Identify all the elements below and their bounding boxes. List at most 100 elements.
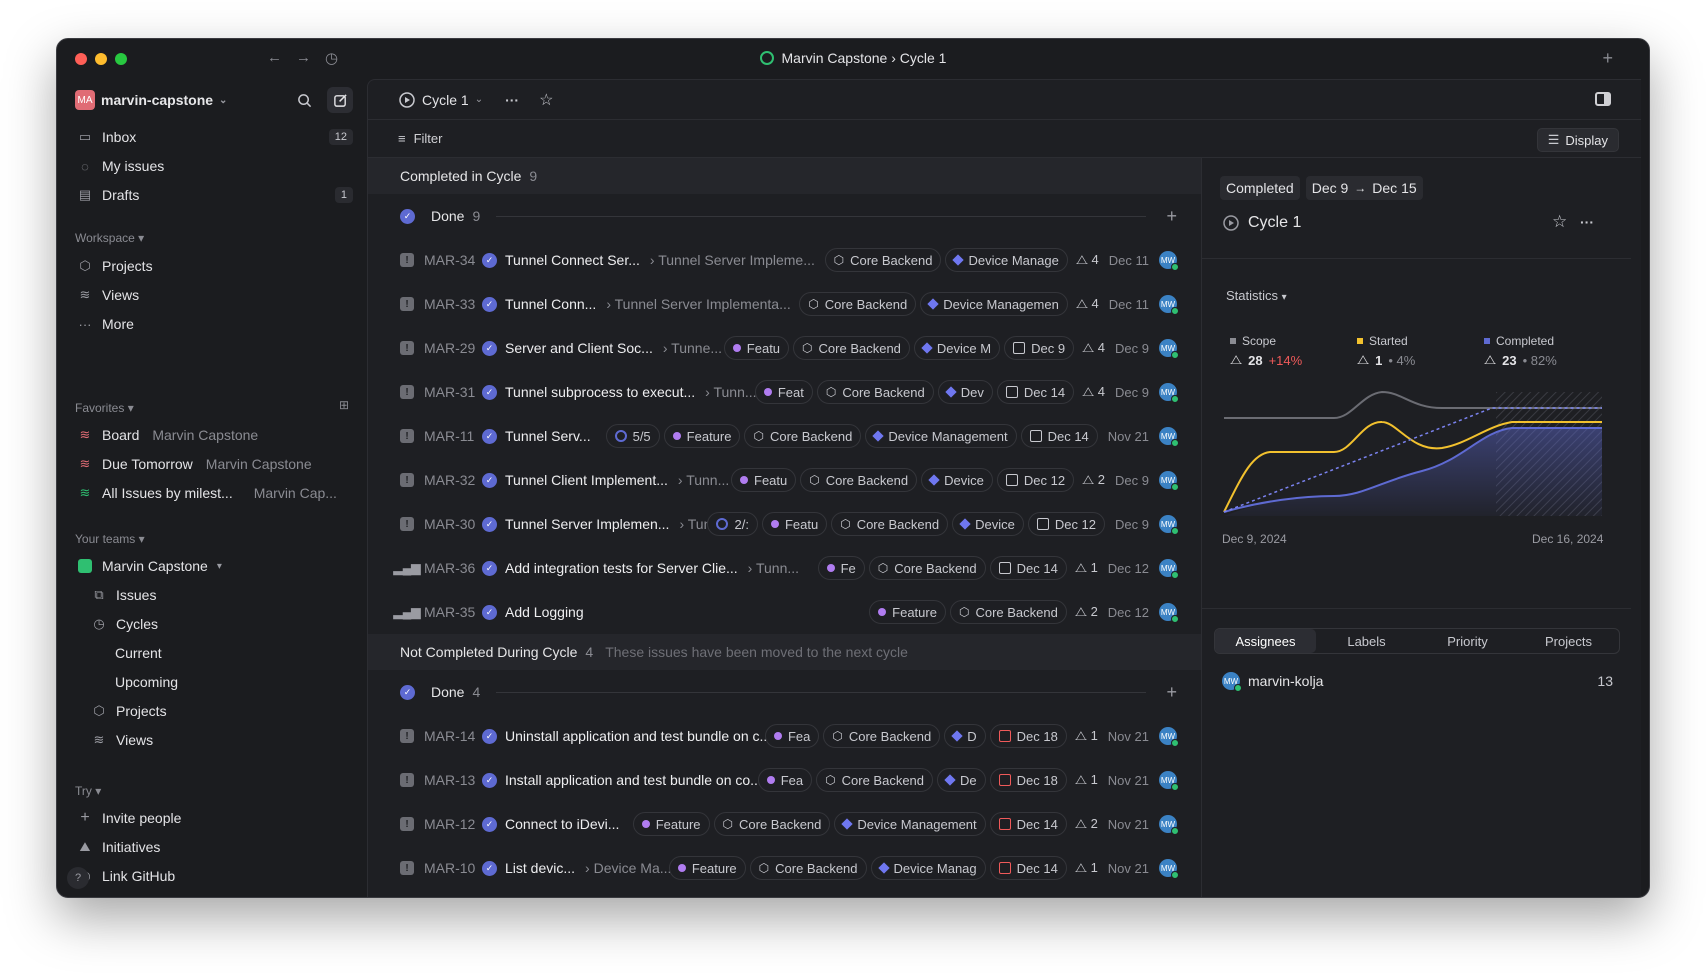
project-chip[interactable]: Device Manag xyxy=(870,856,986,880)
estimate[interactable]: ⧍ 1 xyxy=(1075,860,1098,876)
done-status-icon[interactable]: ✓ xyxy=(482,384,497,400)
tab-projects[interactable]: Projects xyxy=(1518,629,1619,653)
done-status-icon[interactable]: ✓ xyxy=(482,472,497,488)
sidebar-team-cycles[interactable]: ◷ Cycles xyxy=(89,611,353,637)
sidebar-cycle-upcoming[interactable]: Upcoming xyxy=(113,669,353,695)
label-core-backend[interactable]: ⬡ Core Backend xyxy=(749,856,867,880)
done-status-icon[interactable]: ✓ xyxy=(482,428,497,444)
label-feature[interactable]: Featu xyxy=(723,336,790,360)
assignee-avatar[interactable]: MW xyxy=(1159,815,1179,835)
section-completed-in-cycle[interactable]: Completed in Cycle 9 xyxy=(368,158,1201,194)
toggle-details-panel-icon[interactable] xyxy=(1595,92,1611,106)
issue-row[interactable]: ! MAR-33 ✓ Tunnel Conn... › Tunnel Serve… xyxy=(368,282,1201,326)
label-feature[interactable]: Feature xyxy=(663,424,741,448)
overdue-date-chip[interactable]: Dec 18 xyxy=(989,768,1067,792)
assignee-avatar[interactable]: MW xyxy=(1159,515,1179,535)
project-chip[interactable]: Device Management xyxy=(834,812,986,836)
group-done[interactable]: ✓ Done 4 + xyxy=(368,670,1201,714)
estimate[interactable]: ⧍ 4 xyxy=(1076,252,1099,268)
issue-row[interactable]: ! MAR-10 ✓ List devic... › Device Ma... … xyxy=(368,846,1201,890)
done-status-icon[interactable]: ✓ xyxy=(482,516,497,532)
tab-assignees[interactable]: Assignees xyxy=(1215,629,1316,653)
sidebar-cycle-current[interactable]: Current xyxy=(113,640,353,666)
project-chip[interactable]: D xyxy=(944,724,986,748)
issue-row[interactable]: ! MAR-12 ✓ Connect to iDevi... Feature ⬡… xyxy=(368,802,1201,846)
add-issue-plus-icon[interactable]: + xyxy=(1166,206,1177,227)
sidebar-team-views[interactable]: ≋ Views xyxy=(89,727,353,753)
sidebar-team-issues[interactable]: ⧉ Issues xyxy=(89,582,353,608)
filter-button[interactable]: Filter xyxy=(414,131,443,146)
project-chip[interactable]: Device xyxy=(952,512,1024,536)
medium-priority-icon[interactable]: ▂▄▆ xyxy=(394,561,421,575)
due-date-chip[interactable]: Dec 12 xyxy=(996,468,1075,492)
sidebar-item-my-issues[interactable]: ◌ My issues xyxy=(75,153,353,179)
due-date-chip[interactable]: Dec 14 xyxy=(1020,424,1098,448)
estimate[interactable]: ⧍ 4 xyxy=(1082,340,1105,356)
urgent-priority-icon[interactable]: ! xyxy=(400,773,414,787)
project-chip[interactable]: Device xyxy=(921,468,993,492)
urgent-priority-icon[interactable]: ! xyxy=(400,429,414,443)
new-issue-compose-icon[interactable] xyxy=(327,87,353,113)
issue-row[interactable]: ! MAR-30 ✓ Tunnel Server Implemen... › T… xyxy=(368,502,1201,546)
search-icon[interactable] xyxy=(291,87,317,113)
urgent-priority-icon[interactable]: ! xyxy=(400,341,414,355)
label-core-backend[interactable]: ⬡ Core Backend xyxy=(799,292,917,316)
issue-row[interactable]: ! MAR-13 ✓ Install application and test … xyxy=(368,758,1201,802)
favorites-section-header[interactable]: Favorites ▾ xyxy=(75,401,134,415)
assignee-avatar[interactable]: MW xyxy=(1159,603,1179,623)
new-folder-icon[interactable]: ⊞ xyxy=(339,398,349,412)
estimate[interactable]: ⧍ 4 xyxy=(1076,296,1099,312)
issue-row[interactable]: ! MAR-32 ✓ Tunnel Client Implement... › … xyxy=(368,458,1201,502)
assignee-row[interactable]: MW marvin-kolja 13 xyxy=(1222,672,1613,692)
more-options-icon[interactable]: ··· xyxy=(505,92,519,108)
label-feature[interactable]: Feat xyxy=(754,380,813,404)
due-date-chip[interactable]: Dec 14 xyxy=(989,556,1067,580)
overdue-date-chip[interactable]: Dec 14 xyxy=(989,856,1067,880)
estimate[interactable]: ⧍ 1 xyxy=(1075,560,1098,576)
workspace-switcher[interactable]: MA marvin-capstone ⌄ xyxy=(75,88,227,112)
sidebar-initiatives[interactable]: ⛰ Initiatives xyxy=(75,834,353,860)
due-date-chip[interactable]: Dec 9 xyxy=(1004,336,1075,360)
sidebar-item-inbox[interactable]: ▭ Inbox 12 xyxy=(75,124,353,150)
assignee-avatar[interactable]: MW xyxy=(1159,559,1179,579)
done-status-icon[interactable]: ✓ xyxy=(482,340,497,356)
label-feature[interactable]: Fe xyxy=(817,556,865,580)
project-chip[interactable]: Device Managemen xyxy=(920,292,1068,316)
issue-row[interactable]: ▂▄▆ MAR-36 ✓ Add integration tests for S… xyxy=(368,546,1201,590)
assignee-avatar[interactable]: MW xyxy=(1159,471,1179,491)
cycle-date-range[interactable]: Dec 9 → Dec 15 xyxy=(1305,176,1423,200)
label-core-backend[interactable]: ⬡ Core Backend xyxy=(816,768,934,792)
display-options-button[interactable]: ☰ Display xyxy=(1536,128,1619,152)
assignee-avatar[interactable]: MW xyxy=(1159,251,1179,271)
sub-issues-progress-chip[interactable]: 2/: xyxy=(707,512,758,536)
label-core-backend[interactable]: ⬡ Core Backend xyxy=(713,812,831,836)
urgent-priority-icon[interactable]: ! xyxy=(400,729,414,743)
label-core-backend[interactable]: ⬡ Core Backend xyxy=(868,556,986,580)
done-status-icon[interactable]: ✓ xyxy=(482,252,497,268)
label-core-backend[interactable]: ⬡ Core Backend xyxy=(793,336,910,360)
statistics-dropdown[interactable]: Statistics ▾ xyxy=(1226,288,1287,303)
star-icon[interactable]: ☆ xyxy=(1552,212,1567,232)
assignee-avatar[interactable]: MW xyxy=(1159,727,1179,747)
workspace-section-header[interactable]: Workspace ▾ xyxy=(75,231,144,245)
sidebar-favorite-board[interactable]: ≋ Board Marvin Capstone xyxy=(75,422,353,448)
try-section-header[interactable]: Try ▾ xyxy=(75,784,101,798)
issue-row[interactable]: ▂▄▆ MAR-35 ✓ Add Logging Feature ⬡ Core B… xyxy=(368,590,1201,634)
project-chip[interactable]: Device M xyxy=(913,336,1001,360)
sidebar-favorite-all-issues[interactable]: ≋ All Issues by milest... Marvin Cap... xyxy=(75,480,353,506)
project-chip[interactable]: De xyxy=(937,768,986,792)
done-status-icon[interactable]: ✓ xyxy=(482,728,497,744)
assignee-avatar[interactable]: MW xyxy=(1159,771,1179,791)
overdue-date-chip[interactable]: Dec 18 xyxy=(989,724,1067,748)
urgent-priority-icon[interactable]: ! xyxy=(400,517,414,531)
label-core-backend[interactable]: ⬡ Core Backend xyxy=(816,380,934,404)
sidebar-item-projects[interactable]: ⬡ Projects xyxy=(75,253,353,279)
estimate[interactable]: ⧍ 2 xyxy=(1075,816,1098,832)
sidebar-favorite-due-tomorrow[interactable]: ≋ Due Tomorrow Marvin Capstone xyxy=(75,451,353,477)
star-icon[interactable]: ☆ xyxy=(539,90,553,110)
due-date-chip[interactable]: Dec 12 xyxy=(1027,512,1106,536)
sidebar-invite-people[interactable]: + Invite people xyxy=(75,805,353,831)
filter-icon[interactable]: ≡ xyxy=(398,131,406,146)
sidebar-team-projects[interactable]: ⬡ Projects xyxy=(89,698,353,724)
tab-priority[interactable]: Priority xyxy=(1417,629,1518,653)
